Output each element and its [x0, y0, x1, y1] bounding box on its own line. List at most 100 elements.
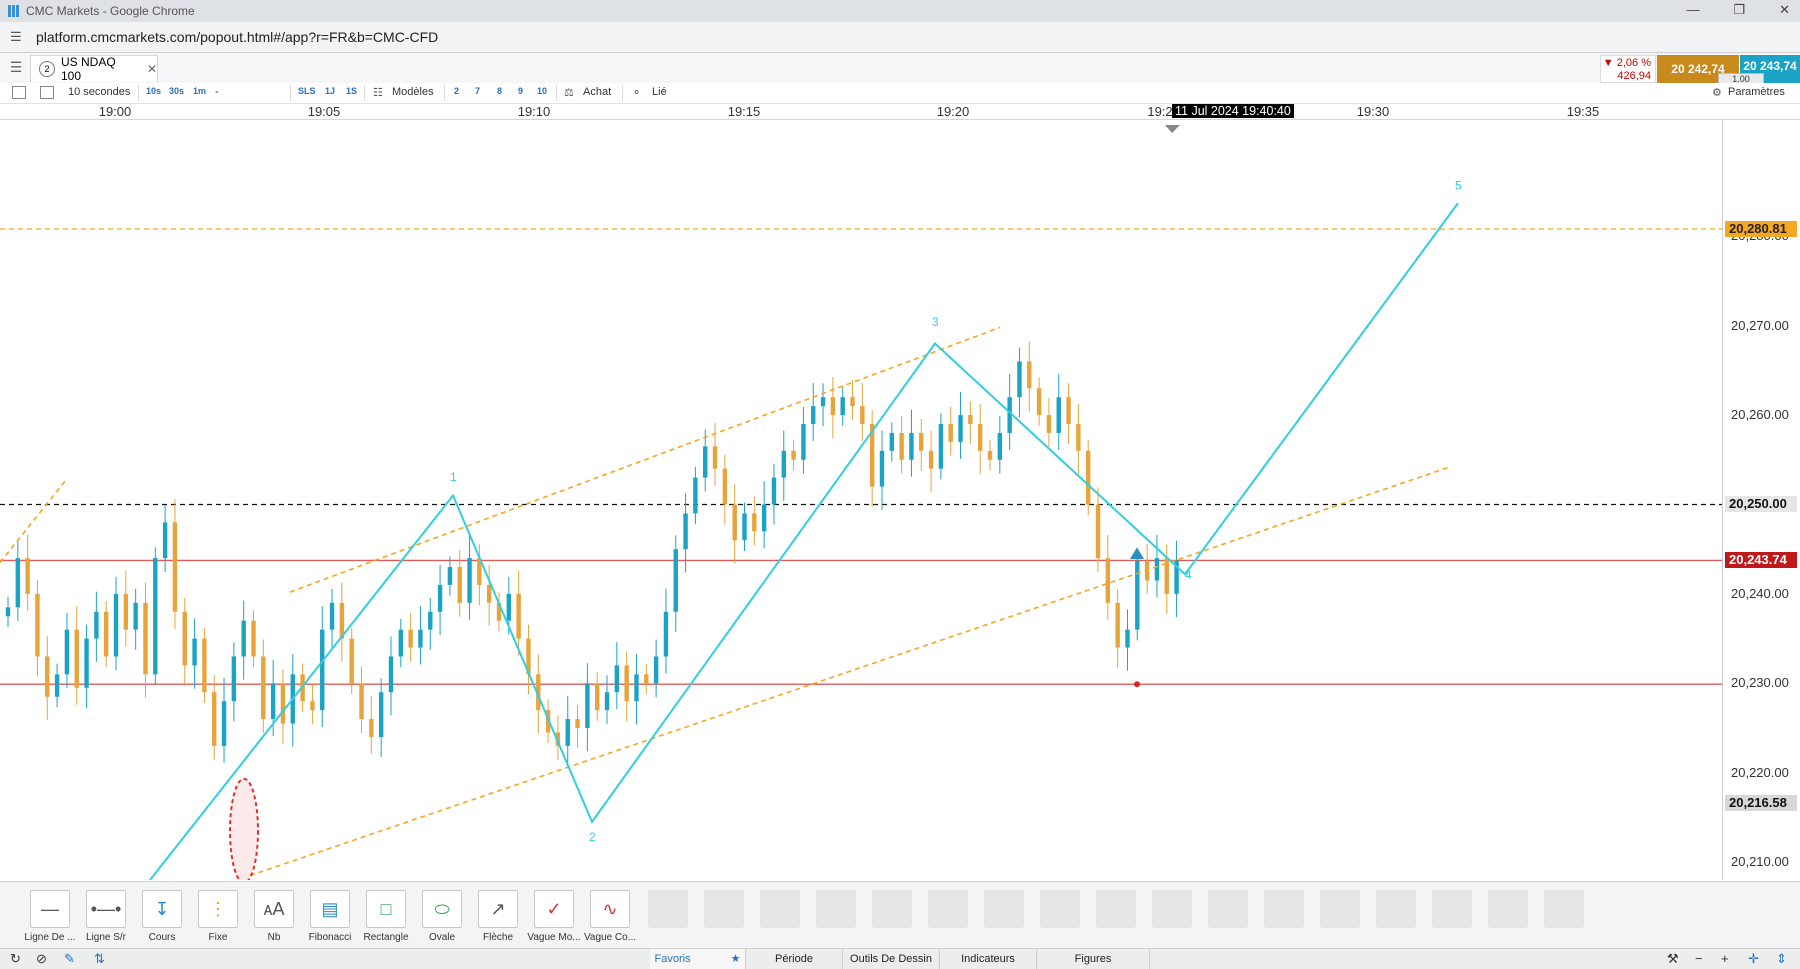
- candle-body: [320, 629, 325, 711]
- candle-body: [968, 415, 973, 424]
- 1s-button[interactable]: 1S: [346, 86, 357, 96]
- candle-body: [879, 450, 885, 487]
- draw-tool-line[interactable]: —: [30, 890, 70, 928]
- empty-tool-slot[interactable]: [872, 890, 912, 928]
- interval-30s-button[interactable]: 30s: [169, 86, 184, 96]
- empty-tool-slot[interactable]: [928, 890, 968, 928]
- draw-tool-ellipse[interactable]: ⬭: [422, 890, 462, 928]
- candle-body: [595, 683, 600, 711]
- close-icon[interactable]: ✕: [1779, 2, 1790, 18]
- draw-tool-wave-motive[interactable]: ✓: [534, 890, 574, 928]
- empty-tool-slot[interactable]: [760, 890, 800, 928]
- draw-tool-support-resistance[interactable]: •—•: [86, 890, 126, 928]
- draw-tool-price-range[interactable]: ↧: [142, 890, 182, 928]
- refresh-icon[interactable]: ↻: [10, 951, 21, 967]
- url-text[interactable]: platform.cmcmarkets.com/popout.html#/app…: [36, 29, 438, 45]
- tab-figures[interactable]: Figures: [1037, 949, 1150, 969]
- draw-tool-label: Flèche: [482, 932, 513, 943]
- minimize-icon[interactable]: —: [1686, 2, 1699, 18]
- count-2-button[interactable]: 2: [454, 86, 459, 96]
- 1j-button[interactable]: 1J: [325, 86, 335, 96]
- interval-10s-button[interactable]: 10s: [146, 86, 161, 96]
- draw-tool-fixed-price[interactable]: ⋮: [198, 890, 238, 928]
- draw-tool-fibonacci[interactable]: ▤: [310, 890, 350, 928]
- settings-button[interactable]: Paramètres: [1728, 86, 1785, 98]
- wave-label: 2: [589, 830, 596, 844]
- site-info-icon[interactable]: ☰: [10, 29, 26, 45]
- count-9-button[interactable]: 9: [518, 86, 523, 96]
- tab-indicators[interactable]: Indicateurs: [940, 949, 1037, 969]
- templates-icon[interactable]: ☷: [373, 86, 383, 99]
- empty-tool-slot[interactable]: [984, 890, 1024, 928]
- empty-tool-slot[interactable]: [1096, 890, 1136, 928]
- draw-tool-label: Nb: [267, 932, 281, 943]
- zoom-in-icon[interactable]: +: [1721, 951, 1729, 966]
- tab-favoris[interactable]: Favoris ★: [650, 949, 746, 969]
- instrument-tab[interactable]: 2 US NDAQ 100 ✕: [30, 55, 158, 83]
- tools-icon[interactable]: ⚒: [1667, 951, 1679, 967]
- pencil-icon[interactable]: ✎: [64, 951, 75, 967]
- candle-body: [1066, 397, 1071, 424]
- templates-button[interactable]: Modèles: [392, 86, 434, 98]
- tab-close-icon[interactable]: ✕: [147, 62, 157, 76]
- price-tick-label: 20,210.00: [1731, 854, 1789, 870]
- hamburger-menu-icon[interactable]: ☰: [6, 59, 26, 77]
- linked-button[interactable]: Lié: [652, 86, 667, 98]
- rectangle-icon: □: [380, 899, 392, 919]
- candle-body: [565, 719, 570, 746]
- price-tick-label: 20,230.00: [1731, 675, 1789, 691]
- grid-layout-icon[interactable]: [40, 86, 54, 99]
- fit-icon[interactable]: ⇕: [1776, 951, 1787, 967]
- empty-tool-slot[interactable]: [1264, 890, 1304, 928]
- count-8-button[interactable]: 8: [497, 86, 502, 96]
- price-axis[interactable]: 20,210.00 20,220.00 20,230.00 20,240.00 20,2…: [1722, 120, 1800, 880]
- draw-tool-wave-corrective[interactable]: ∿: [590, 890, 630, 928]
- interval-more-button[interactable]: -: [215, 86, 219, 98]
- count-10-button[interactable]: 10: [537, 86, 547, 96]
- swap-icon[interactable]: ⇅: [94, 951, 105, 967]
- empty-tool-slot[interactable]: [1152, 890, 1192, 928]
- price-chart[interactable]: 1 2 3 4 5: [0, 120, 1800, 880]
- buy-button[interactable]: Achat: [583, 86, 611, 98]
- candle-body: [408, 629, 413, 648]
- candle-body: [74, 629, 79, 688]
- link-icon[interactable]: ⚬: [632, 86, 641, 99]
- list-view-icon[interactable]: [12, 86, 26, 99]
- candle-body: [280, 683, 286, 724]
- empty-tool-slot[interactable]: [704, 890, 744, 928]
- empty-tool-slot[interactable]: [1320, 890, 1360, 928]
- empty-tool-slot[interactable]: [1544, 890, 1584, 928]
- buy-scale-icon[interactable]: ⚖: [564, 86, 574, 99]
- empty-tool-slot[interactable]: [816, 890, 856, 928]
- interval-1m-button[interactable]: 1m: [193, 86, 206, 96]
- candle-body: [143, 602, 148, 675]
- draw-tool-label: Ligne De ...: [24, 932, 76, 943]
- candle-body: [369, 719, 374, 737]
- crosshair-icon[interactable]: ✛: [1748, 951, 1759, 967]
- empty-tool-slot[interactable]: [1376, 890, 1416, 928]
- tab-periode[interactable]: Période: [746, 949, 843, 969]
- tab-drawing-tools[interactable]: Outils De Dessin: [843, 949, 940, 969]
- alert-point: [1134, 681, 1140, 688]
- draw-tool-label: Rectangle: [363, 932, 409, 943]
- draw-tool-text-note[interactable]: ᴀA: [254, 890, 294, 928]
- empty-tool-slot[interactable]: [1488, 890, 1528, 928]
- sls-button[interactable]: SLS: [298, 86, 316, 96]
- empty-tool-slot[interactable]: [1208, 890, 1248, 928]
- address-bar[interactable]: ☰ platform.cmcmarkets.com/popout.html#/a…: [0, 22, 1800, 53]
- candle-body: [192, 638, 197, 666]
- interval-select[interactable]: 10 secondes: [68, 86, 130, 98]
- restore-icon[interactable]: ❐: [1733, 2, 1745, 18]
- candle-body: [663, 611, 669, 657]
- zoom-out-icon[interactable]: −: [1695, 951, 1703, 966]
- settings-gear-icon[interactable]: ⚙: [1712, 86, 1722, 99]
- wave-label: 5: [1455, 178, 1462, 192]
- empty-tool-slot[interactable]: [648, 890, 688, 928]
- draw-tool-arrow[interactable]: ↗: [478, 890, 518, 928]
- window-title: CMC Markets - Google Chrome: [26, 4, 195, 18]
- empty-tool-slot[interactable]: [1432, 890, 1472, 928]
- draw-tool-rectangle[interactable]: □: [366, 890, 406, 928]
- count-7-button[interactable]: 7: [475, 86, 480, 96]
- empty-tool-slot[interactable]: [1040, 890, 1080, 928]
- cancel-icon[interactable]: ⊘: [36, 951, 47, 967]
